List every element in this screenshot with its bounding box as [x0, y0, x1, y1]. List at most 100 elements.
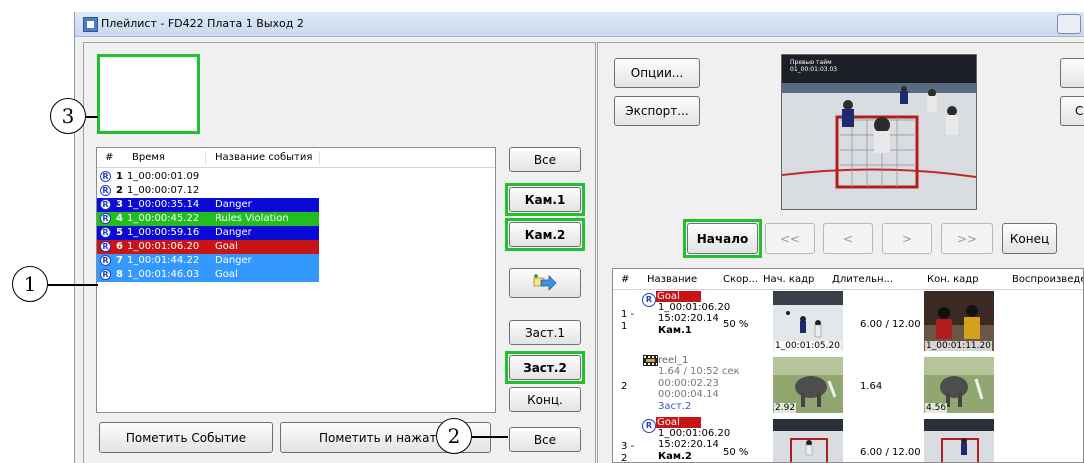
clip-row-1-duration: 6.00 / 12.00	[860, 319, 921, 330]
clip-row-3-duration: 6.00 / 12.00	[860, 447, 921, 458]
clip-col-name[interactable]: Название	[647, 274, 697, 285]
event-list[interactable]: # Время Название события R 1 1_00:00:01.09…	[96, 147, 496, 413]
clip-row-2-line-2: 00:00:02.23	[658, 378, 719, 389]
event-num: 4	[116, 213, 123, 224]
all-button-top[interactable]: Все	[509, 147, 581, 172]
clip-grid-header: # Название Скор... Нач. кадр Длительн...…	[613, 269, 1083, 290]
callout-3-leader	[86, 116, 98, 118]
clip-row-2-cam: Заст.2	[658, 401, 692, 412]
clip-col-played[interactable]: Воспроизведен	[1012, 274, 1083, 285]
event-row[interactable]: R 8 1_00:01:46.03 Goal	[97, 268, 319, 282]
callout-1-leader	[48, 284, 98, 286]
clip-row-1-line-1: 1_00:01:06.20	[658, 302, 731, 313]
options-button[interactable]: Опции...	[614, 58, 700, 88]
window-close-button[interactable]	[1057, 14, 1081, 34]
right-edge-button-1[interactable]	[1060, 58, 1084, 88]
clip-row-1-num-b: 1	[621, 321, 628, 332]
clip-row-2-start-thumb: 2.92	[773, 357, 843, 413]
clip-row-1-num-a: 1 -	[621, 309, 635, 320]
event-time: 1_00:00:07.12	[127, 185, 200, 196]
event-num: 2	[116, 185, 123, 196]
clip-grid[interactable]: # Название Скор... Нач. кадр Длительн...…	[612, 268, 1084, 463]
event-row[interactable]: R 2 1_00:00:07.12	[97, 184, 319, 198]
clip-row-3-badge: Goal	[656, 417, 701, 428]
mark-event-button[interactable]: Пометить Событие	[99, 422, 273, 453]
program-preview-image: Превью тайм 01_00:01:03.03	[781, 54, 977, 210]
clip-row-2-line-3: 00:00:04.14	[658, 389, 719, 400]
replay-marker-icon: R	[100, 227, 111, 238]
event-name: Goal	[215, 269, 238, 280]
forward-fast-button[interactable]: >>	[941, 223, 993, 254]
event-num: 6	[116, 241, 123, 252]
cam2-button[interactable]: Кам.2	[509, 222, 581, 247]
clip-row-3-line-2: 15:02:20.14	[658, 439, 719, 450]
rewind-button[interactable]: <	[823, 223, 873, 254]
event-num: 1	[116, 171, 123, 182]
event-num: 5	[116, 227, 123, 238]
source-preview-window	[97, 54, 200, 134]
konc-button[interactable]: Конц.	[509, 387, 581, 412]
event-time: 1_00:00:45.22	[127, 213, 200, 224]
clip-row-1-end-tc: 1_00:01:11.20	[925, 341, 992, 351]
clip-row-3-line-1: 1_00:01:06.20	[658, 428, 731, 439]
rewind-fast-button[interactable]: <<	[765, 223, 815, 254]
clip-row-1-speed: 50 %	[723, 319, 749, 330]
clip-row-3-speed: 50 %	[723, 447, 749, 458]
clip-row-2-duration: 1.64	[860, 381, 883, 392]
title-bar: Плейлист - FD422 Плата 1 Выход 2	[75, 12, 1084, 37]
clip-row-2-line-1: 1.64 / 10:52 сек	[658, 366, 740, 377]
event-row[interactable]: R 5 1_00:00:59.16 Danger	[97, 226, 319, 240]
replay-marker-icon: R	[100, 185, 111, 196]
right-edge-button-2[interactable]: С	[1060, 96, 1084, 126]
event-time: 1_00:00:35.14	[127, 199, 200, 210]
clip-row-1-line-2: 15:02:20.14	[658, 313, 719, 324]
zast2-button[interactable]: Заст.2	[509, 355, 581, 380]
column-header-event-name[interactable]: Название события	[215, 152, 312, 163]
column-header-num[interactable]: #	[105, 152, 113, 163]
clip-row-3-num-a: 3 -	[621, 441, 635, 452]
callout-3: 3	[50, 98, 86, 134]
clip-col-duration[interactable]: Длительн...	[832, 274, 893, 285]
replay-marker-icon: R	[642, 293, 656, 307]
replay-marker-icon: R	[100, 199, 111, 210]
event-row[interactable]: R 6 1_00:01:06.20 Goal	[97, 240, 319, 254]
event-row[interactable]: R 3 1_00:00:35.14 Danger	[97, 198, 319, 212]
app-icon	[83, 17, 98, 32]
all-button-bottom[interactable]: Все	[509, 427, 581, 452]
cam1-button[interactable]: Кам.1	[509, 187, 581, 212]
event-time: 1_00:00:59.16	[127, 227, 200, 238]
replay-marker-icon: R	[100, 269, 111, 280]
clip-col-num[interactable]: #	[621, 274, 629, 285]
event-row[interactable]: R 4 1_00:00:45.22 Rules Violation	[97, 212, 319, 226]
event-row[interactable]: R 1 1_00:00:01.09	[97, 170, 319, 184]
event-list-header: # Время Название события	[97, 148, 495, 168]
callout-1: 1	[12, 266, 48, 302]
clip-row-1-badge: Goal	[656, 291, 701, 302]
clip-row-2-num: 2	[621, 381, 628, 392]
event-time: 1_00:01:46.03	[127, 269, 200, 280]
clip-col-start-frame[interactable]: Нач. кадр	[763, 274, 814, 285]
clip-row-3-end-thumb	[924, 419, 994, 462]
event-name: Rules Violation	[215, 213, 289, 224]
clip-row-3-cam: Кам.2	[658, 451, 692, 462]
callout-2: 2	[436, 418, 472, 454]
event-row[interactable]: R 7 1_00:01:44.22 Danger	[97, 254, 319, 268]
preview-overlay-line-2: 01_00:01:03.03	[790, 66, 838, 73]
add-to-playlist-button[interactable]	[509, 268, 581, 298]
event-name: Goal	[215, 241, 238, 252]
zast1-button[interactable]: Заст.1	[509, 320, 581, 345]
clip-col-speed[interactable]: Скор...	[723, 274, 758, 285]
end-button[interactable]: Конец	[1002, 223, 1057, 254]
start-button[interactable]: Начало	[687, 223, 758, 254]
event-time: 1_00:00:01.09	[127, 171, 200, 182]
clip-col-end-frame[interactable]: Кон. кадр	[927, 274, 979, 285]
event-time: 1_00:01:06.20	[127, 241, 200, 252]
forward-button[interactable]: >	[882, 223, 932, 254]
window-title: Плейлист - FD422 Плата 1 Выход 2	[101, 17, 304, 30]
clip-row-3-num-b: 2	[621, 453, 628, 463]
clip-row-2-end-thumb: 4.56	[924, 357, 994, 413]
column-header-time[interactable]: Время	[132, 152, 165, 163]
export-button[interactable]: Экспорт...	[614, 96, 700, 126]
clip-row-2-start-tc: 2.92	[774, 403, 797, 413]
replay-marker-icon: R	[642, 419, 656, 433]
